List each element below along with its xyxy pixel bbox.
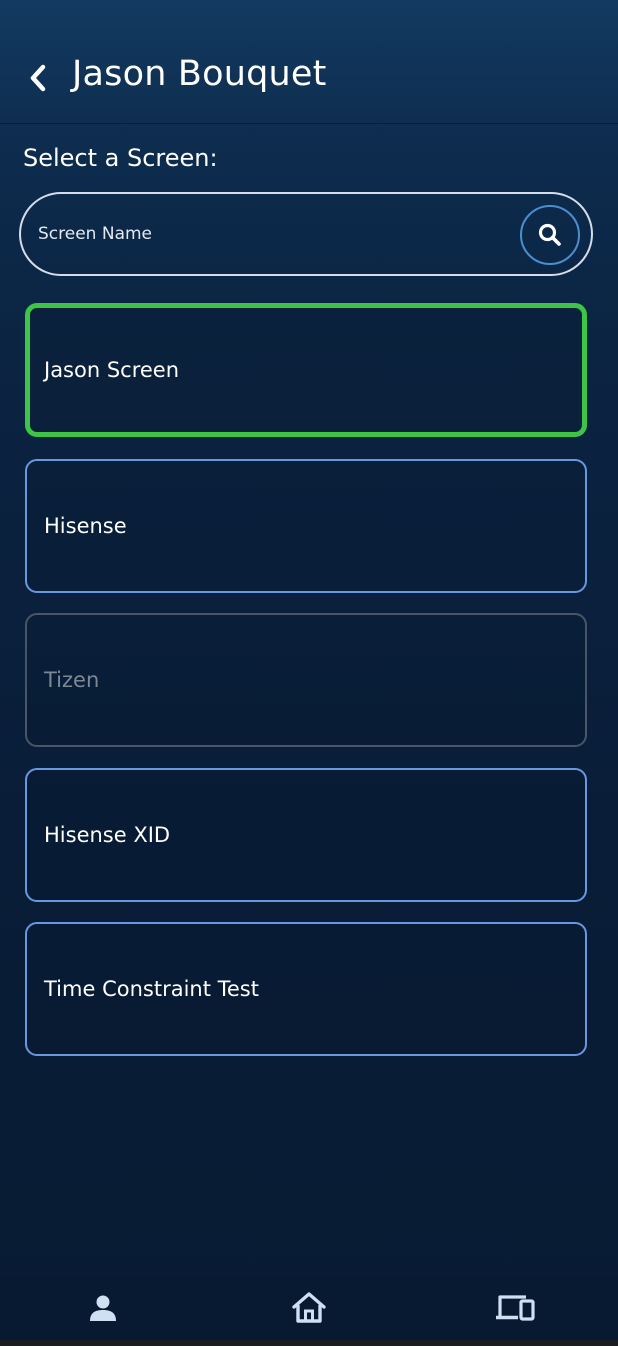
- nav-profile[interactable]: [73, 1276, 133, 1340]
- screen-item-label: Time Constraint Test: [44, 977, 259, 1001]
- page-title: Jason Bouquet: [72, 54, 327, 94]
- screen-item-label: Jason Screen: [44, 358, 180, 382]
- chevron-left-icon: [30, 64, 46, 92]
- search-icon: [538, 223, 561, 246]
- screen-item-hisense[interactable]: Hisense: [25, 459, 587, 593]
- screen-item-label: Hisense: [44, 514, 127, 538]
- bottom-nav: [0, 1276, 618, 1340]
- home-icon: [292, 1292, 326, 1323]
- back-button[interactable]: [20, 58, 56, 98]
- nav-devices[interactable]: [485, 1276, 545, 1340]
- screen-item-time-constraint-test[interactable]: Time Constraint Test: [25, 922, 587, 1056]
- screen-item-hisense-xid[interactable]: Hisense XID: [25, 768, 587, 902]
- person-icon: [90, 1295, 116, 1321]
- search-button[interactable]: [520, 205, 580, 265]
- screen-item-label: Tizen: [44, 668, 100, 692]
- nav-home[interactable]: [279, 1276, 339, 1340]
- devices-icon: [496, 1295, 535, 1321]
- app-header: Jason Bouquet: [0, 0, 618, 124]
- select-screen-label: Select a Screen:: [23, 144, 218, 172]
- search-input[interactable]: [38, 214, 508, 254]
- search-bar: [19, 192, 593, 276]
- system-nav-bar: [0, 1340, 618, 1346]
- screen-item-label: Hisense XID: [44, 823, 171, 847]
- screen-item-tizen: Tizen: [25, 613, 587, 747]
- screen-item-jason-screen[interactable]: Jason Screen: [25, 303, 587, 437]
